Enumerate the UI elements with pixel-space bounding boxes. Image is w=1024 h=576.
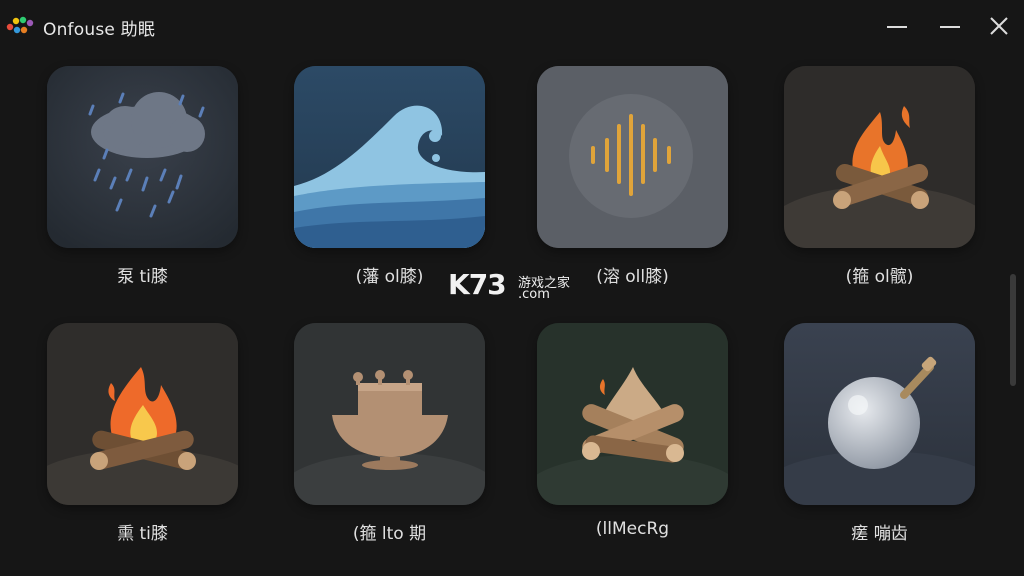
rain-cloud-icon: [47, 66, 238, 248]
sound-label: 瘥 嘣齿: [851, 524, 908, 544]
campfire-icon: [784, 66, 975, 248]
watermark-logo: K73 游戏之家 .com: [448, 268, 578, 304]
sound-tile-fire[interactable]: [47, 323, 238, 505]
sound-tile-white-noise[interactable]: [537, 66, 728, 248]
watermark-domain: .com: [518, 287, 550, 302]
sound-tile-ocean[interactable]: [294, 66, 485, 248]
sound-label: (llMecRg: [595, 519, 670, 539]
fire-icon: [47, 323, 238, 505]
sound-tile-campfire[interactable]: [784, 66, 975, 248]
sound-label: (箍 lto 期: [352, 524, 427, 544]
sound-tile-rain[interactable]: [47, 66, 238, 248]
moon-orb-icon: [784, 323, 975, 505]
sound-tile-singing-bowl[interactable]: [294, 323, 485, 505]
sound-label: 熏 ti膝: [117, 524, 168, 544]
ocean-wave-icon: [294, 66, 485, 248]
sound-tile-moon[interactable]: [784, 323, 975, 505]
watermark-brand: K73: [448, 268, 507, 301]
wood-fire-icon: [537, 323, 728, 505]
singing-bowl-icon: [294, 323, 485, 505]
sound-label: 泵 ti膝: [117, 267, 168, 287]
sound-wave-icon: [537, 66, 728, 248]
vertical-scrollbar[interactable]: [1010, 274, 1016, 386]
sound-tile-wood[interactable]: [537, 323, 728, 505]
sound-label: (箍 ol髋): [845, 267, 914, 287]
